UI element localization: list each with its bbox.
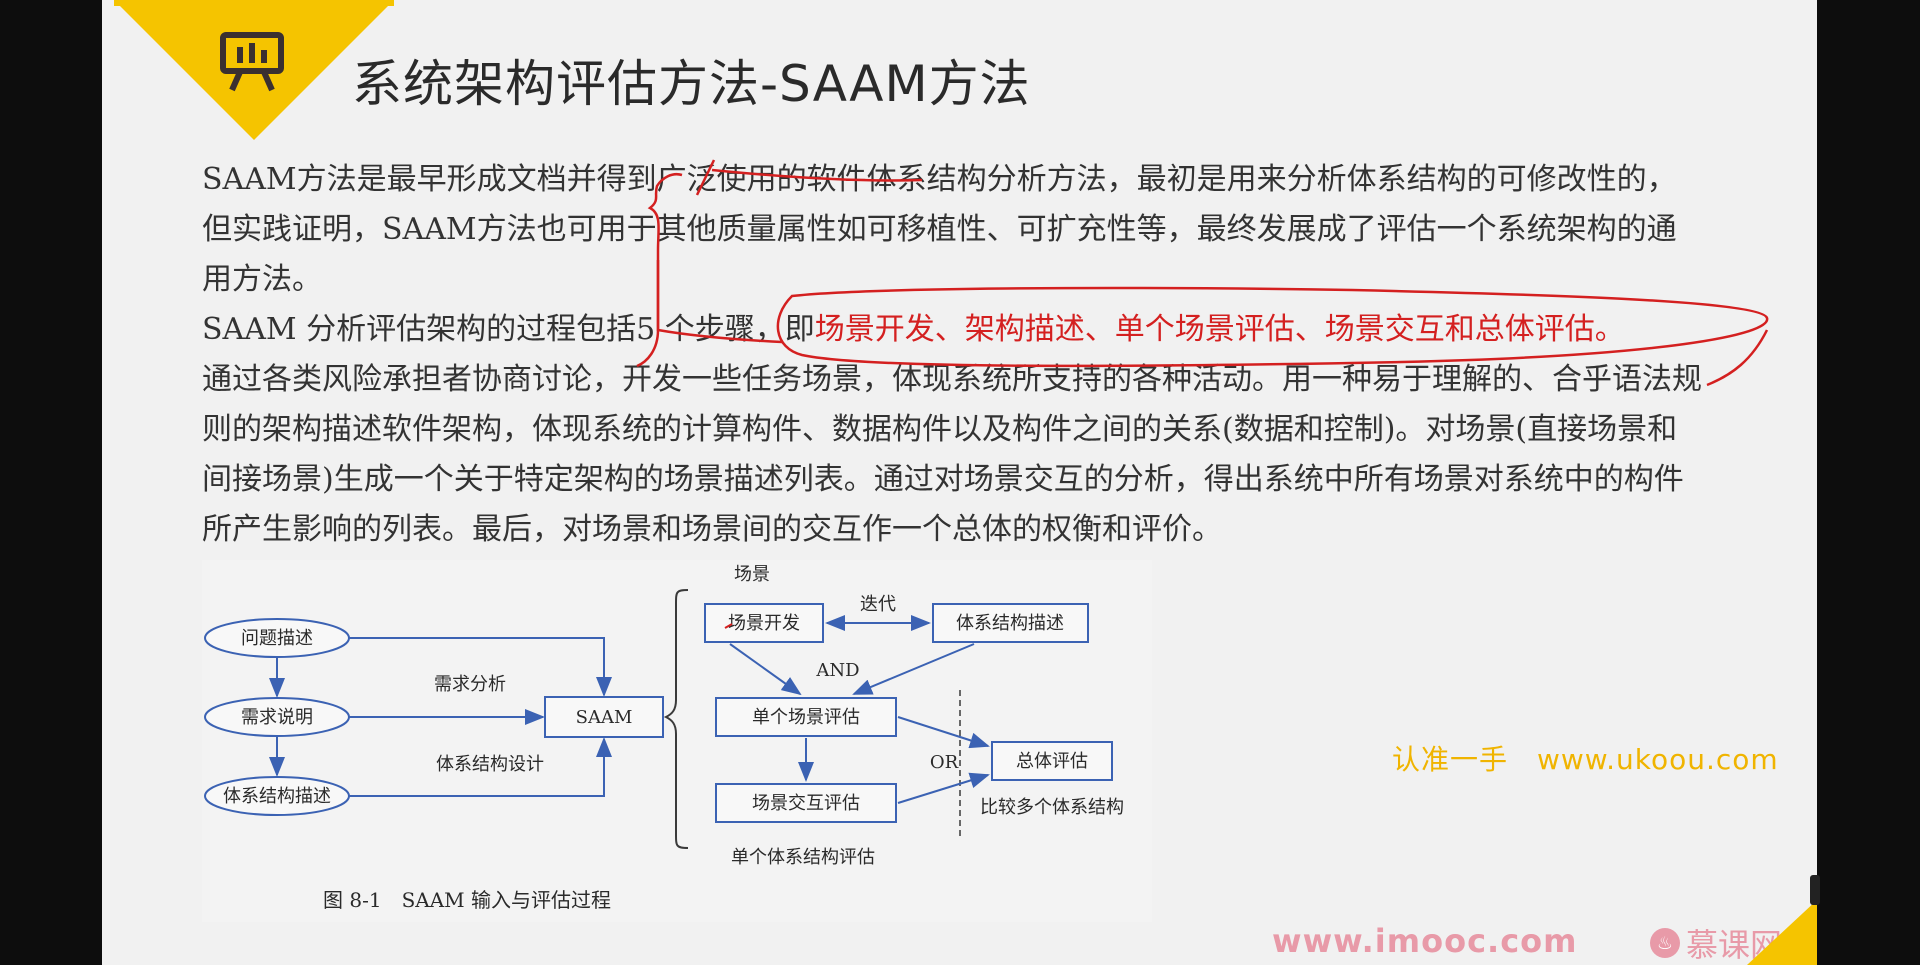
node-scene-dev-label: 场景开发	[728, 613, 800, 634]
paragraph-detail: 通过各类风险承担者协商讨论，开发一些任务场景，体现系统所支持的各种活动。用一种易…	[202, 362, 1702, 547]
bottom-right-corner-triangle	[1747, 900, 1817, 965]
figure-caption: 图 8-1 SAAM 输入与评估过程	[323, 888, 611, 912]
label-iterate: 迭代	[860, 594, 896, 615]
node-arch-desc-left-label: 体系结构描述	[223, 786, 331, 807]
slide: 系统架构评估方法-SAAM方法 SAAM方法是最早形成文档并得到广泛使用的软件体…	[102, 0, 1817, 965]
node-arch-desc-right-label: 体系结构描述	[956, 613, 1064, 634]
paragraph-steps: SAAM 分析评估架构的过程包括5 个步骤，即场景开发、架构描述、单个场景评估、…	[202, 305, 1702, 355]
node-single-eval-label: 单个场景评估	[752, 707, 860, 728]
label-arch-design: 体系结构设计	[436, 754, 544, 775]
edge-handle[interactable]	[1810, 875, 1820, 905]
label-or: OR	[930, 752, 959, 773]
annotation-tail	[1706, 329, 1769, 387]
node-saam-label: SAAM	[576, 707, 633, 728]
watermark-text: 认准一手 www.ukoou.com	[1392, 743, 1779, 776]
label-scene: 场景	[734, 564, 770, 585]
footer-url[interactable]: www.imooc.com	[1272, 922, 1578, 960]
label-req-analysis: 需求分析	[434, 674, 506, 695]
body-text: SAAM方法是最早形成文档并得到广泛使用的软件体系结构分析方法，最初是用来分析体…	[202, 155, 1702, 555]
steps-lead: SAAM 分析评估架构的过程包括5 个步骤，即	[202, 312, 815, 347]
label-single-arch-eval: 单个体系结构评估	[731, 847, 875, 868]
node-interact-eval-label: 场景交互评估	[752, 793, 860, 814]
presentation-board-icon	[220, 32, 284, 92]
saam-figure: 问题描述 需求说明 体系结构描述 SAAM 需求分析 体系结构设计 场景 场景开…	[202, 560, 1152, 922]
steps-highlight: 场景开发、架构描述、单个场景评估、场景交互和总体评估。	[814, 312, 1625, 347]
node-problem-label: 问题描述	[241, 628, 313, 649]
label-and: AND	[815, 660, 859, 681]
saam-diagram: 问题描述 需求说明 体系结构描述 SAAM 需求分析 体系结构设计 场景 场景开…	[204, 564, 1124, 912]
paragraph-intro: SAAM方法是最早形成文档并得到广泛使用的软件体系结构分析方法，最初是用来分析体…	[202, 162, 1677, 297]
label-compare: 比较多个体系结构	[980, 797, 1124, 818]
node-requirement-label: 需求说明	[241, 707, 313, 728]
brand-flame-icon: ♨	[1650, 928, 1680, 958]
slide-title: 系统架构评估方法-SAAM方法	[352, 55, 1031, 113]
node-overall-eval-label: 总体评估	[1016, 751, 1088, 772]
